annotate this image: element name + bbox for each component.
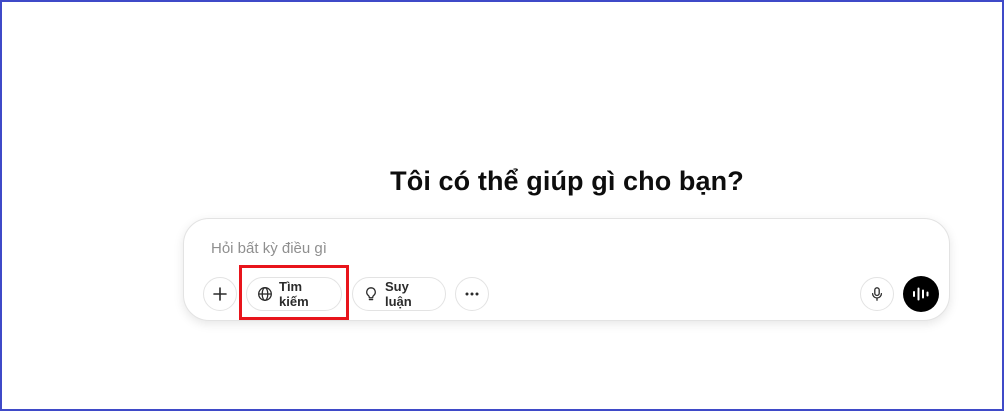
prompt-composer: Tìm kiếm Suy luận <box>183 218 950 321</box>
more-options-button[interactable] <box>455 277 489 311</box>
search-button[interactable]: Tìm kiếm <box>246 277 342 311</box>
ellipsis-icon <box>464 286 480 302</box>
reason-button-label: Suy luận <box>385 279 412 309</box>
voice-waveform-icon <box>911 285 931 303</box>
prompt-input[interactable] <box>211 237 851 259</box>
add-attachment-button[interactable] <box>203 277 237 311</box>
microphone-icon <box>869 286 885 302</box>
app-window: Tôi có thể giúp gì cho bạn? Tìm kiếm <box>0 0 1004 411</box>
reason-button[interactable]: Suy luận <box>352 277 446 311</box>
page-title: Tôi có thể giúp gì cho bạn? <box>390 166 744 196</box>
dictate-button[interactable] <box>860 277 894 311</box>
voice-mode-button[interactable] <box>903 276 939 312</box>
globe-icon <box>257 286 273 302</box>
lightbulb-icon <box>363 286 379 302</box>
plus-icon <box>212 286 228 302</box>
search-button-label: Tìm kiếm <box>279 279 309 309</box>
